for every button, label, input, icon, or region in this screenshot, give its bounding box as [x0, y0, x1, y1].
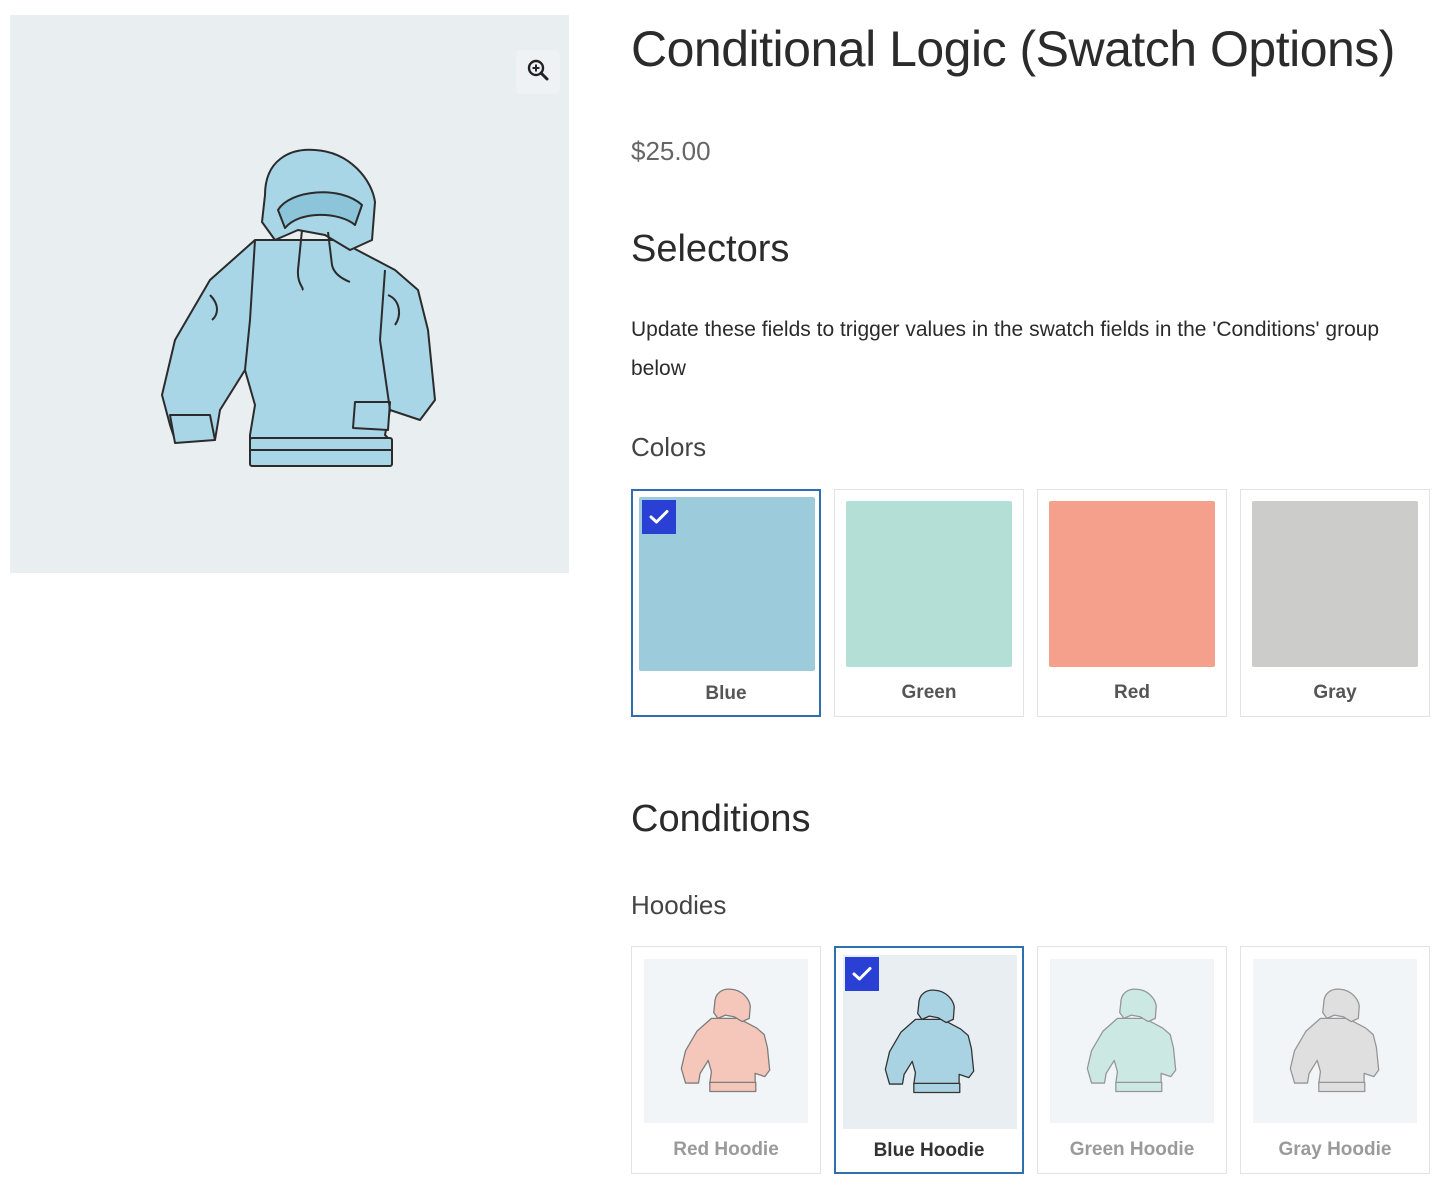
- hoodie-icon: [884, 989, 975, 1094]
- swatch-red[interactable]: Red: [1037, 489, 1227, 717]
- selectors-heading: Selectors: [631, 228, 790, 270]
- swatch-color-fill: [1049, 501, 1215, 667]
- swatch-gray-hoodie[interactable]: Gray Hoodie: [1240, 946, 1430, 1174]
- swatch-label: Red: [1114, 682, 1150, 703]
- color-swatches: Blue Green Red Gray: [631, 489, 1430, 717]
- hoodie-illustration: [150, 140, 450, 485]
- zoom-button[interactable]: [516, 50, 560, 94]
- check-icon: [845, 957, 879, 991]
- swatch-red-hoodie[interactable]: Red Hoodie: [631, 946, 821, 1174]
- zoom-in-icon: [527, 59, 549, 86]
- hoodie-icon: [1086, 988, 1177, 1093]
- conditions-heading: Conditions: [631, 798, 811, 840]
- swatch-green-hoodie[interactable]: Green Hoodie: [1037, 946, 1227, 1174]
- hoodie-icon: [1289, 988, 1380, 1093]
- swatch-gray[interactable]: Gray: [1240, 489, 1430, 717]
- colors-label: Colors: [631, 432, 707, 462]
- swatch-label: Gray: [1313, 682, 1357, 703]
- selectors-description: Update these fields to trigger values in…: [631, 318, 1380, 380]
- swatch-label: Green: [901, 682, 957, 703]
- swatch-blue[interactable]: Blue: [631, 489, 821, 717]
- check-icon: [642, 500, 676, 534]
- product-gallery[interactable]: [10, 15, 569, 573]
- product-page: Conditional Logic (Swatch Options) $25.0…: [0, 0, 1449, 1200]
- swatch-label: Green Hoodie: [1069, 1139, 1195, 1160]
- hoodie-thumbnail: [1253, 959, 1417, 1123]
- hoodies-label: Hoodies: [631, 890, 727, 920]
- swatch-label: Red Hoodie: [673, 1139, 779, 1160]
- hoodie-thumbnail: [644, 959, 808, 1123]
- swatch-color-fill: [1252, 501, 1418, 667]
- hoodie-swatches: Red Hoodie Blue Hoodie Green Hoodie Gray…: [631, 946, 1430, 1174]
- swatch-color-fill: [846, 501, 1012, 667]
- swatch-blue-hoodie[interactable]: Blue Hoodie: [834, 946, 1024, 1174]
- hoodie-thumbnail: [1050, 959, 1214, 1123]
- hoodie-icon: [680, 988, 771, 1093]
- swatch-label: Blue: [705, 683, 747, 704]
- product-title: Conditional Logic (Swatch Options): [631, 21, 1395, 77]
- swatch-green[interactable]: Green: [834, 489, 1024, 717]
- product-price: $25.00: [631, 136, 711, 166]
- swatch-label: Gray Hoodie: [1278, 1139, 1392, 1160]
- swatch-label: Blue Hoodie: [873, 1140, 985, 1161]
